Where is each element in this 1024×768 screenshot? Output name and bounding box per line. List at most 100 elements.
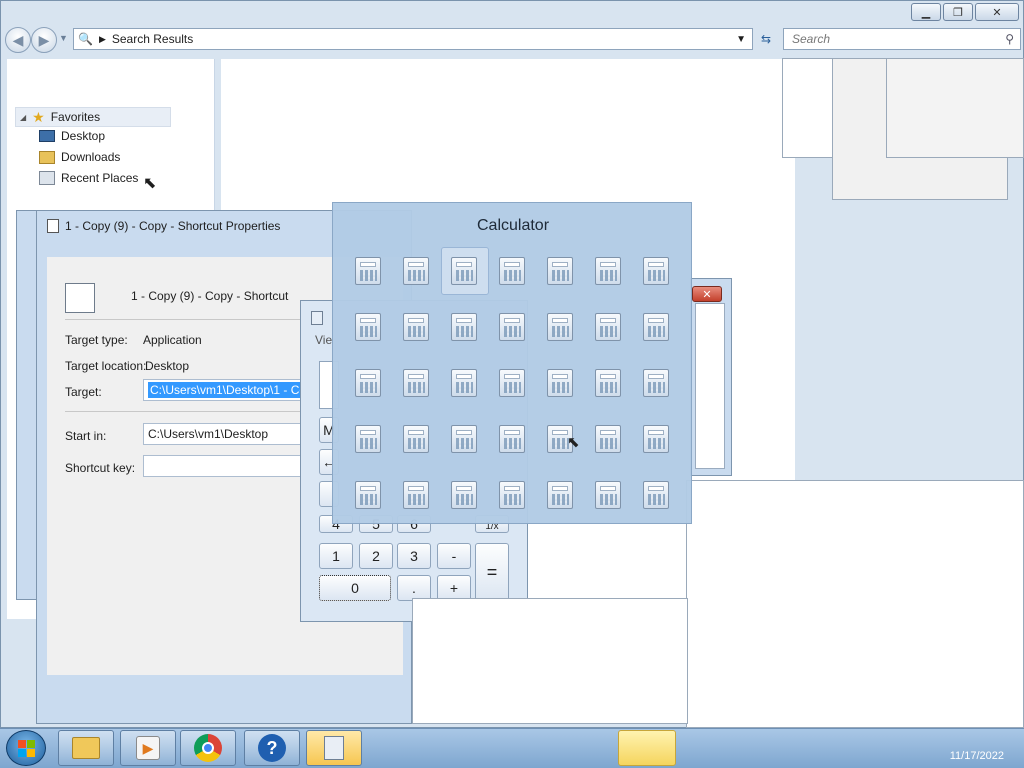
small-dialog-close-button[interactable]: ✕ xyxy=(692,286,722,302)
forward-button[interactable]: ▶ xyxy=(31,27,57,53)
key-equals-button[interactable]: = xyxy=(475,543,509,601)
shortcut-key-label: Shortcut key: xyxy=(65,461,136,475)
calculator-window-thumbnail-icon[interactable] xyxy=(451,313,479,343)
blank-window-panel xyxy=(686,480,1024,728)
key-1-button[interactable]: 1 xyxy=(319,543,353,569)
target-label: Target: xyxy=(65,385,102,399)
target-type-label: Target type: xyxy=(65,333,128,347)
dialog-title: 1 - Copy (9) - Copy - Shortcut Propertie… xyxy=(65,219,281,233)
key-minus-button[interactable]: - xyxy=(437,543,471,569)
address-bar[interactable]: 🔍 ▶ Search Results ▼ xyxy=(73,28,753,50)
help-icon: ? xyxy=(258,734,286,762)
recent-pages-dropdown[interactable]: ▼ xyxy=(59,33,68,43)
nav-item-desktop[interactable]: Desktop xyxy=(39,129,105,143)
calculator-window-thumbnail-icon[interactable] xyxy=(547,313,575,343)
nav-item-recent-places[interactable]: Recent Places xyxy=(39,171,138,185)
calculator-window-thumbnail-icon[interactable] xyxy=(499,313,527,343)
switcher-title: Calculator xyxy=(476,217,550,234)
taskbar-chrome[interactable] xyxy=(180,730,236,766)
key-2-button[interactable]: 2 xyxy=(359,543,393,569)
minimize-button[interactable]: ▁ xyxy=(911,3,941,21)
back-button[interactable]: ◀ xyxy=(5,27,31,53)
address-dropdown-icon[interactable]: ▼ xyxy=(736,34,746,45)
shortcut-file-icon xyxy=(65,283,95,313)
search-icon: ⚲ xyxy=(1005,32,1014,46)
refresh-icon: ⇆ xyxy=(760,32,772,46)
calculator-window-thumbnail-icon[interactable] xyxy=(451,369,479,399)
taskbar-clock[interactable]: 11/17/2022 xyxy=(950,750,1004,762)
favorites-header[interactable]: ◢ ★ Favorites xyxy=(15,107,171,127)
dialog-title-bar: 1 - Copy (9) - Copy - Shortcut Propertie… xyxy=(47,219,280,233)
start-button[interactable] xyxy=(6,730,46,766)
nav-item-label: Downloads xyxy=(61,150,121,164)
calculator-app-icon xyxy=(311,311,323,325)
breadcrumb-chevron-icon: ▶ xyxy=(98,33,106,44)
key-label: 0 xyxy=(351,580,359,596)
show-desktop-highlight[interactable] xyxy=(618,730,676,766)
window-switcher-overlay: Calculator ⬉ xyxy=(332,202,692,524)
close-button[interactable]: ✕ xyxy=(975,3,1019,21)
key-0-button[interactable]: 0 xyxy=(319,575,391,601)
favorites-star-icon: ★ xyxy=(32,108,45,125)
refresh-button[interactable]: ⇆ xyxy=(755,29,777,49)
calculator-window-thumbnail-icon[interactable] xyxy=(595,481,623,511)
calculator-window-thumbnail-icon[interactable] xyxy=(355,481,383,511)
calculator-window-thumbnail-icon[interactable] xyxy=(595,257,623,287)
calculator-icon xyxy=(324,736,344,760)
calculator-window-thumbnail-icon[interactable] xyxy=(403,369,431,399)
nav-item-label: Desktop xyxy=(61,129,106,143)
nav-item-downloads[interactable]: Downloads xyxy=(39,150,120,164)
window-controls: ▁ ❐ ✕ xyxy=(911,3,1019,21)
close-icon: ✕ xyxy=(992,6,1002,19)
blank-window-panel xyxy=(886,58,1024,158)
taskbar-media-player[interactable]: ▶ xyxy=(120,730,176,766)
calculator-window-thumbnail-icon[interactable] xyxy=(403,425,431,455)
view-menu[interactable]: Vie xyxy=(315,333,332,347)
target-location-label: Target location: xyxy=(65,359,147,373)
calculator-window-thumbnail-icon[interactable] xyxy=(595,313,623,343)
calculator-window-thumbnail-icon[interactable] xyxy=(643,425,671,455)
calculator-window-thumbnail-icon[interactable] xyxy=(595,369,623,399)
small-dialog-window xyxy=(690,278,732,476)
calculator-window-thumbnail-icon[interactable] xyxy=(643,257,671,287)
windows-logo-icon xyxy=(17,739,35,757)
downloads-folder-icon xyxy=(39,150,55,164)
taskbar-help[interactable]: ? xyxy=(244,730,300,766)
calculator-window-thumbnail-icon[interactable] xyxy=(595,425,623,455)
minimize-icon: ▁ xyxy=(921,6,931,19)
favorites-label: Favorites xyxy=(50,110,101,124)
search-input[interactable]: Search ⚲ xyxy=(783,28,1021,50)
close-icon: ✕ xyxy=(702,288,712,301)
taskbar-calculator[interactable] xyxy=(306,730,362,766)
calculator-window-thumbnail-icon[interactable] xyxy=(403,257,431,287)
calculator-window-thumbnail-icon[interactable] xyxy=(403,313,431,343)
mouse-cursor-icon: ⬉ xyxy=(567,434,580,451)
calculator-window-thumbnail-icon[interactable] xyxy=(355,425,383,455)
taskbar-explorer[interactable] xyxy=(58,730,114,766)
calculator-window-thumbnail-icon[interactable] xyxy=(547,369,575,399)
calculator-window-thumbnail-icon[interactable] xyxy=(547,481,575,511)
key-label: - xyxy=(451,548,457,564)
desktop-icon xyxy=(39,130,55,142)
calculator-window-thumbnail-icon[interactable] xyxy=(451,425,479,455)
calculator-window-thumbnail-icon[interactable] xyxy=(355,257,383,287)
calculator-window-thumbnail-icon[interactable] xyxy=(643,313,671,343)
calculator-window-thumbnail-icon[interactable] xyxy=(355,313,383,343)
calculator-window-thumbnail-icon[interactable] xyxy=(451,481,479,511)
calculator-window-thumbnail-icon[interactable] xyxy=(643,369,671,399)
key-label: 1 xyxy=(332,548,340,564)
calculator-window-thumbnail-icon[interactable] xyxy=(499,425,527,455)
calculator-window-thumbnail-icon[interactable] xyxy=(355,369,383,399)
start-in-value: C:\Users\vm1\Desktop xyxy=(148,427,269,441)
calculator-window-thumbnail-icon[interactable] xyxy=(643,481,671,511)
forward-arrow-icon: ▶ xyxy=(38,31,50,48)
calculator-window-thumbnail-icon[interactable] xyxy=(403,481,431,511)
calculator-window-thumbnail-icon[interactable] xyxy=(499,481,527,511)
restore-button[interactable]: ❐ xyxy=(943,3,973,21)
calculator-window-thumbnail-icon[interactable] xyxy=(499,369,527,399)
calculator-window-thumbnail-icon[interactable] xyxy=(499,257,527,287)
calculator-window-thumbnail-icon[interactable] xyxy=(451,257,479,287)
calculator-window-thumbnail-icon[interactable] xyxy=(547,257,575,287)
key-3-button[interactable]: 3 xyxy=(397,543,431,569)
target-type-value: Application xyxy=(143,333,202,347)
